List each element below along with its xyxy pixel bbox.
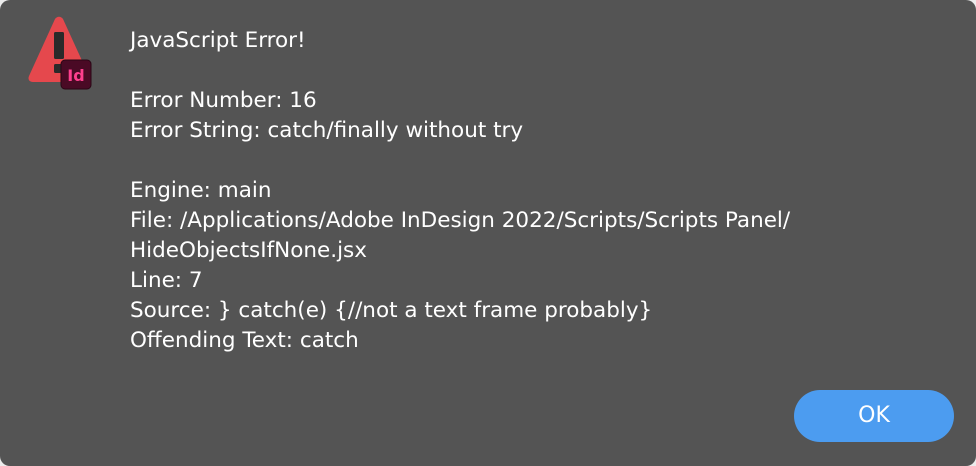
offending-text: Offending Text: catch (130, 328, 359, 353)
warning-triangle-icon: Id (28, 16, 92, 90)
ok-button[interactable]: OK (794, 390, 954, 442)
dialog-title: JavaScript Error! (130, 28, 306, 53)
error-message-body: JavaScript Error! Error Number: 16 Error… (130, 26, 950, 356)
indesign-badge-text: Id (67, 66, 84, 85)
line-number: Line: 7 (130, 268, 203, 293)
file-path-line-1: File: /Applications/Adobe InDesign 2022/… (130, 208, 791, 233)
error-string: Error String: catch/finally without try (130, 118, 524, 143)
source-line: Source: } catch(e) {//not a text frame p… (130, 298, 653, 323)
indesign-warning-icon: Id (27, 16, 93, 90)
file-path-line-2: HideObjectsIfNone.jsx (130, 238, 367, 263)
engine-line: Engine: main (130, 178, 272, 203)
javascript-error-dialog: Id JavaScript Error! Error Number: 16 Er… (0, 0, 976, 466)
error-number: Error Number: 16 (130, 88, 317, 113)
